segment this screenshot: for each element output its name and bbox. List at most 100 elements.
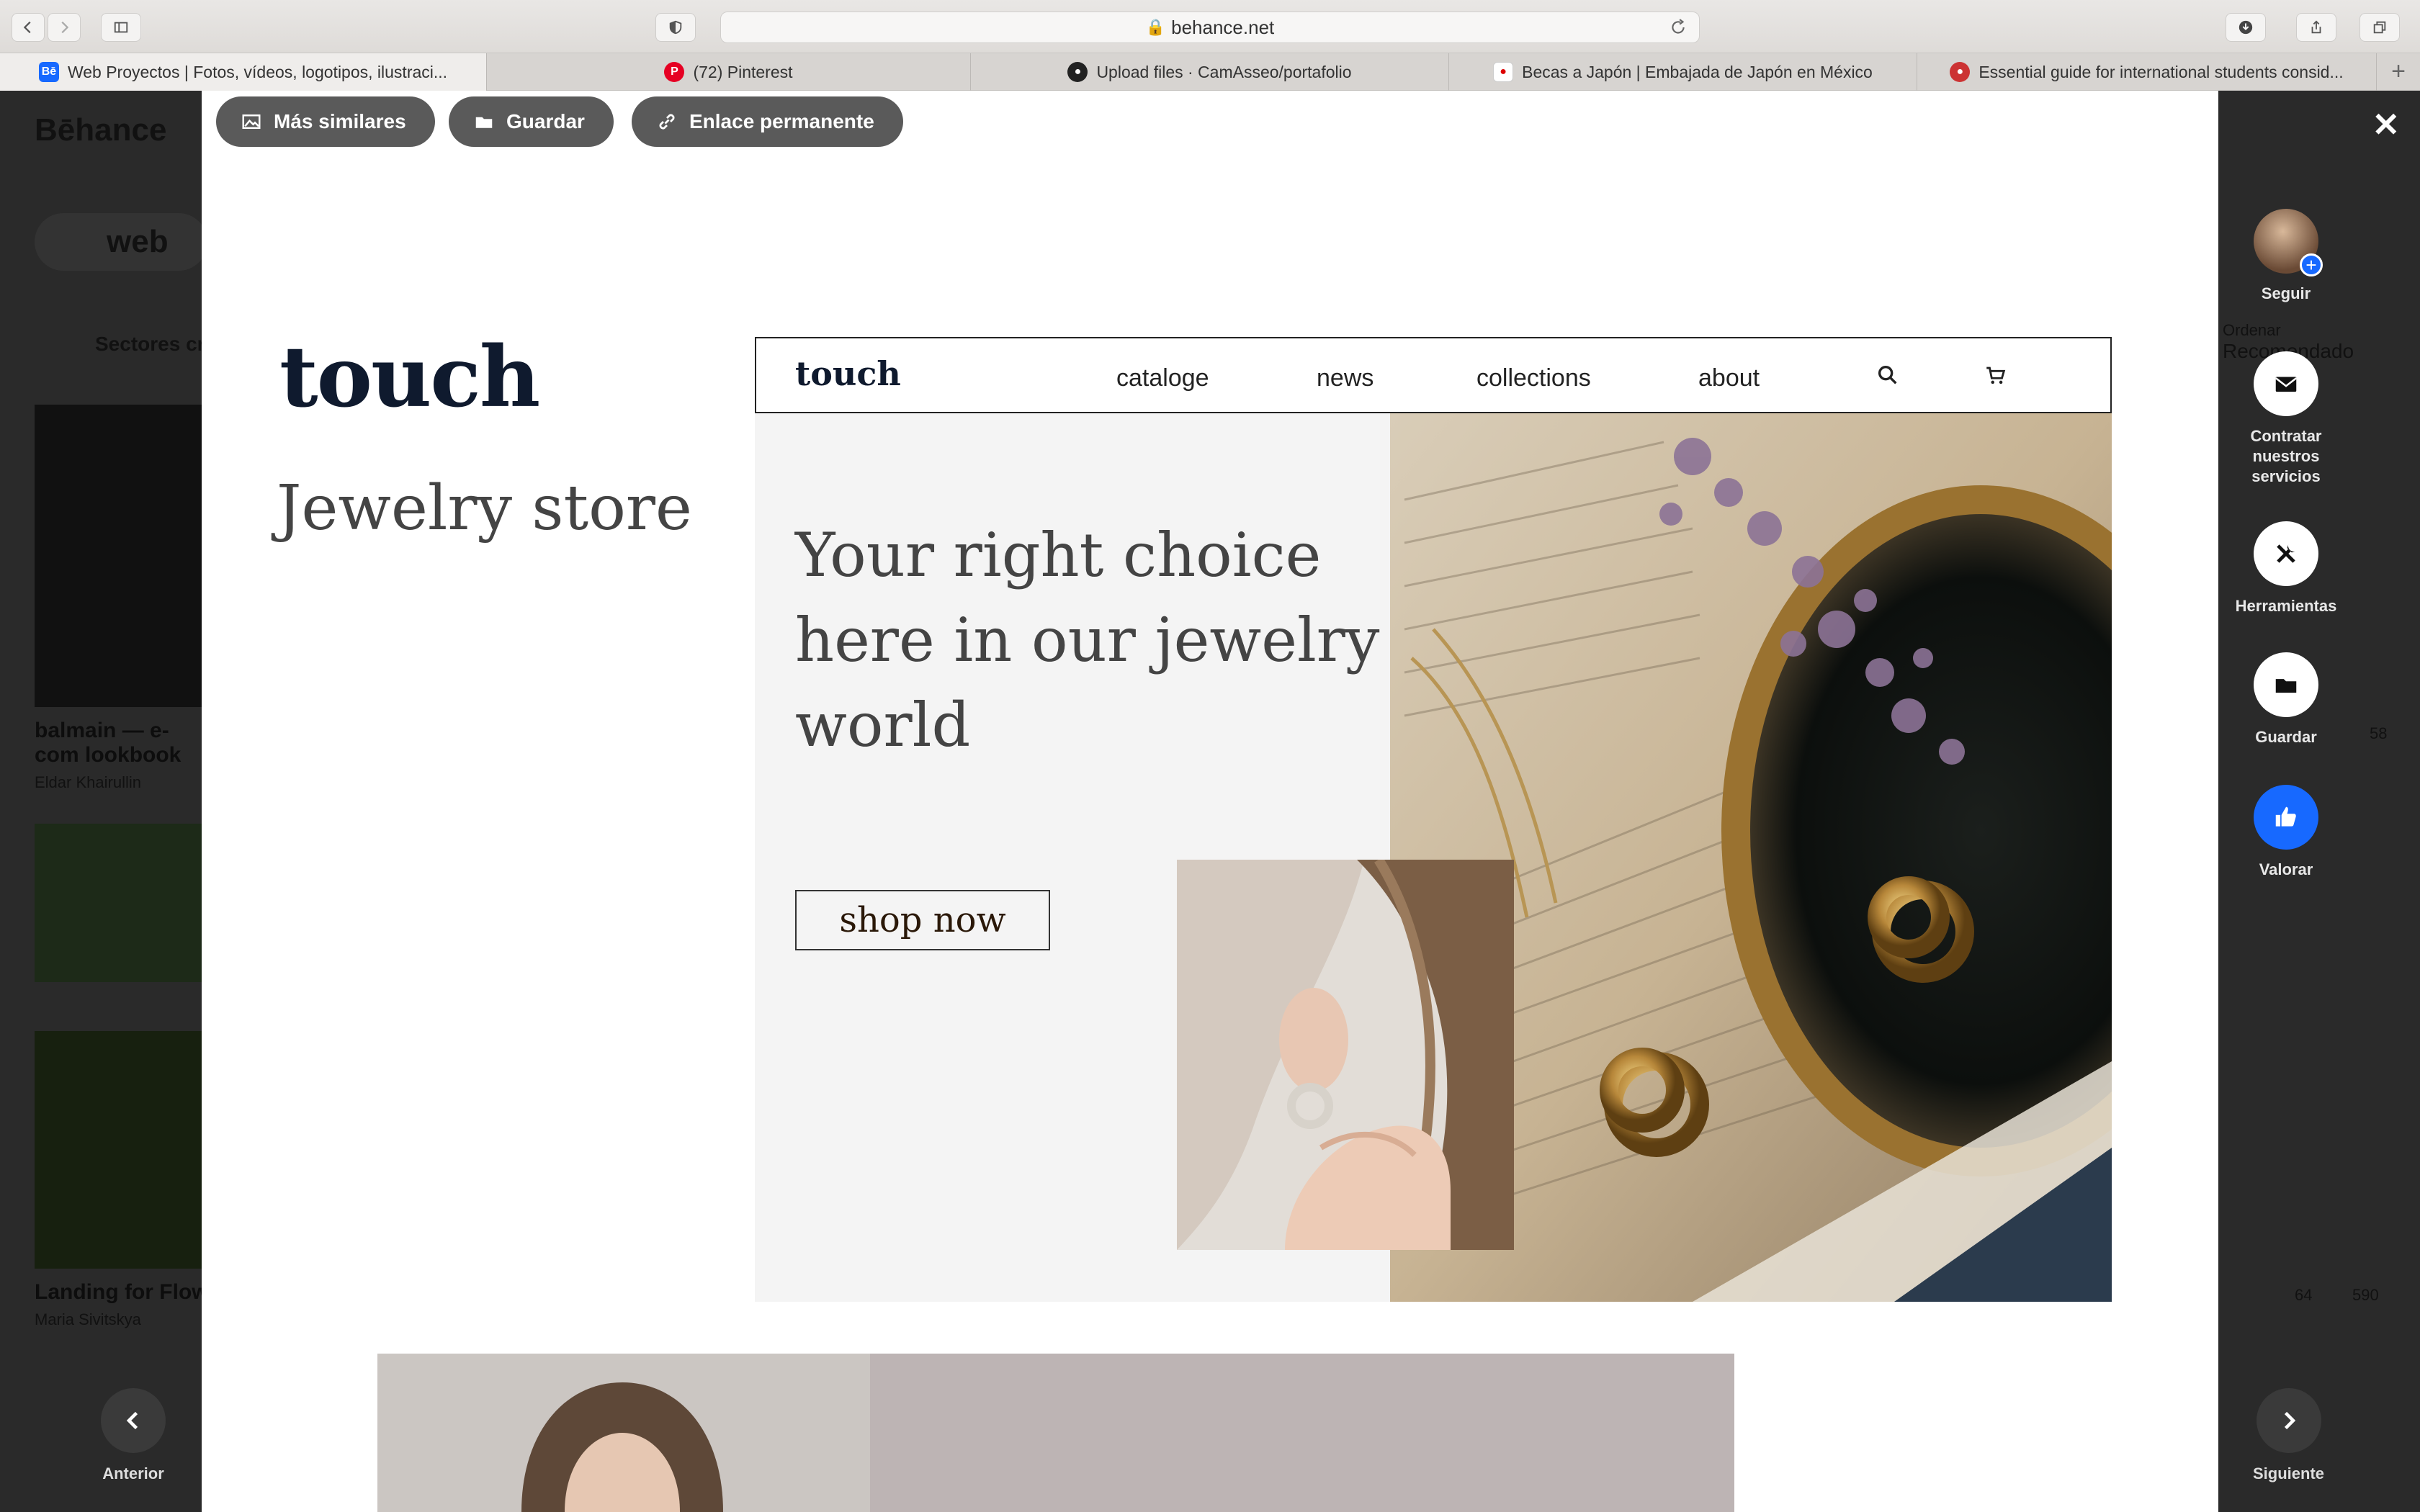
thumbs-up-icon xyxy=(2275,806,2296,827)
share-button[interactable] xyxy=(2296,13,2336,42)
behance-logo: Bēhance xyxy=(35,112,167,148)
tab-title: (72) Pinterest xyxy=(693,62,793,81)
project-section-2 xyxy=(377,1354,1734,1512)
mockup-nav-cataloge: cataloge xyxy=(1116,364,1209,392)
save-action[interactable]: Guardar xyxy=(2218,652,2354,747)
envelope-icon xyxy=(2275,377,2298,392)
mockup-navbar: touch cataloge news collections about xyxy=(755,337,2112,413)
appreciate-label: Valorar xyxy=(2259,860,2313,878)
site-favicon-icon: ● xyxy=(1950,62,1971,82)
more-similar-label: Más similares xyxy=(274,110,406,132)
reload-icon[interactable] xyxy=(1669,18,1688,37)
background-card-image xyxy=(35,824,202,982)
next-label: Siguiente xyxy=(2253,1464,2325,1482)
section-2-background xyxy=(870,1354,1734,1512)
image-icon xyxy=(242,114,261,129)
hire-action[interactable]: Contratar nuestros servicios xyxy=(2218,351,2354,487)
cart-icon xyxy=(1986,366,2006,384)
background-card-image xyxy=(35,1031,202,1269)
tab-bar: Bē Web Proyectos | Fotos, vídeos, logoti… xyxy=(0,53,2420,91)
project-action-rail: ✕ + Seguir Contratar nuestros servicios … xyxy=(2218,91,2420,1512)
privacy-shield-button[interactable] xyxy=(655,13,696,42)
hire-button[interactable] xyxy=(2254,351,2318,416)
tools-button[interactable] xyxy=(2254,521,2318,586)
tab-becas-japon[interactable]: ● Becas a Japón | Embajada de Japón en M… xyxy=(1449,53,1917,91)
tools-icon xyxy=(2277,544,2295,563)
behance-favicon-icon: Bē xyxy=(38,62,59,82)
hire-label: Contratar nuestros servicios xyxy=(2250,427,2322,485)
link-icon xyxy=(659,114,675,130)
follow-label: Seguir xyxy=(2261,284,2311,302)
chevron-right-icon xyxy=(61,21,69,34)
background-card-author: Maria Sivitskya xyxy=(35,1310,141,1328)
save-label: Guardar xyxy=(506,110,585,132)
chevron-left-icon xyxy=(23,21,31,34)
browser-toolbar: 🔒 behance.net xyxy=(0,0,2420,53)
tab-behance[interactable]: Bē Web Proyectos | Fotos, vídeos, logoti… xyxy=(0,53,487,91)
mockup-hero-title: Your right choice here in our jewelry wo… xyxy=(795,520,1380,760)
appreciate-button[interactable] xyxy=(2254,785,2318,850)
previous-label: Anterior xyxy=(102,1464,164,1482)
website-mockup: touch cataloge news collections about Yo… xyxy=(755,337,2112,1302)
next-button[interactable] xyxy=(2256,1388,2321,1453)
tab-overview-button[interactable] xyxy=(2360,13,2400,42)
share-icon xyxy=(2311,20,2321,34)
background-card-title: balmain — e-com lookbook xyxy=(35,719,182,767)
model-portrait-image xyxy=(377,1354,870,1512)
search-value: web xyxy=(107,224,169,259)
tab-title: Becas a Japón | Embajada de Japón en Méx… xyxy=(1522,62,1873,81)
tools-action[interactable]: Herramientas xyxy=(2218,521,2354,616)
mockup-nav-about: about xyxy=(1698,364,1760,392)
tab-github[interactable]: ● Upload files · CamAsseo/portafolio xyxy=(971,53,1449,91)
model-head-shape xyxy=(521,1382,723,1512)
background-search: web xyxy=(35,213,207,271)
mockup-logo: touch xyxy=(795,354,901,393)
project-subtitle: Jewelry store xyxy=(277,472,692,544)
japan-flag-favicon-icon: ● xyxy=(1493,62,1514,82)
tools-label: Herramientas xyxy=(2235,597,2337,615)
back-button[interactable] xyxy=(12,13,45,42)
save-button[interactable] xyxy=(2254,652,2318,717)
save-label: Guardar xyxy=(2255,728,2317,746)
save-pill-button[interactable]: Guardar xyxy=(449,96,614,147)
mockup-shop-now-button: shop now xyxy=(795,890,1050,950)
url-text: behance.net xyxy=(1171,16,1275,38)
next-project[interactable]: Siguiente xyxy=(2253,1388,2324,1483)
folder-icon xyxy=(2275,679,2297,693)
appreciate-action[interactable]: Valorar xyxy=(2218,785,2354,880)
more-similar-button[interactable]: Más similares xyxy=(216,96,435,147)
download-icon xyxy=(2238,20,2253,35)
lock-icon: 🔒 xyxy=(1145,18,1166,36)
creator-avatar[interactable]: + xyxy=(2254,209,2323,276)
previous-project[interactable]: Anterior xyxy=(101,1388,166,1483)
sidebar-icon xyxy=(114,22,128,33)
project-brand-title: touch xyxy=(279,328,540,426)
mockup-nav-collections: collections xyxy=(1476,364,1591,392)
forward-button[interactable] xyxy=(48,13,81,42)
earring-model-photo xyxy=(1177,860,1514,1250)
project-modal: Más similares Guardar Enlace permanente … xyxy=(202,91,2218,1512)
permalink-label: Enlace permanente xyxy=(689,110,874,132)
sidebar-toggle-button[interactable] xyxy=(101,13,141,42)
chevron-left-icon xyxy=(126,1411,138,1430)
tab-essential-guide[interactable]: ● Essential guide for international stud… xyxy=(1917,53,2377,91)
tabs-icon xyxy=(2373,21,2386,34)
background-card-title: Landing for Flow xyxy=(35,1280,202,1304)
sectors-label: Sectores cr xyxy=(95,333,205,355)
github-favicon-icon: ● xyxy=(1067,62,1088,82)
shield-icon xyxy=(669,20,682,35)
address-bar[interactable]: 🔒 behance.net xyxy=(720,12,1700,43)
tab-title: Essential guide for international studen… xyxy=(1978,62,2344,81)
follow-action[interactable]: + Seguir xyxy=(2218,209,2354,304)
new-tab-button[interactable]: + xyxy=(2377,53,2420,90)
folder-icon xyxy=(475,117,493,128)
downloads-button[interactable] xyxy=(2226,13,2266,42)
tab-title: Upload files · CamAsseo/portafolio xyxy=(1096,62,1352,81)
close-icon[interactable]: ✕ xyxy=(2372,105,2400,144)
background-card-image xyxy=(35,405,202,707)
permalink-button[interactable]: Enlace permanente xyxy=(632,96,903,147)
chevron-right-icon xyxy=(2284,1411,2295,1430)
tab-pinterest[interactable]: P (72) Pinterest xyxy=(487,53,971,91)
previous-button[interactable] xyxy=(101,1388,166,1453)
plus-icon: + xyxy=(2300,253,2323,276)
